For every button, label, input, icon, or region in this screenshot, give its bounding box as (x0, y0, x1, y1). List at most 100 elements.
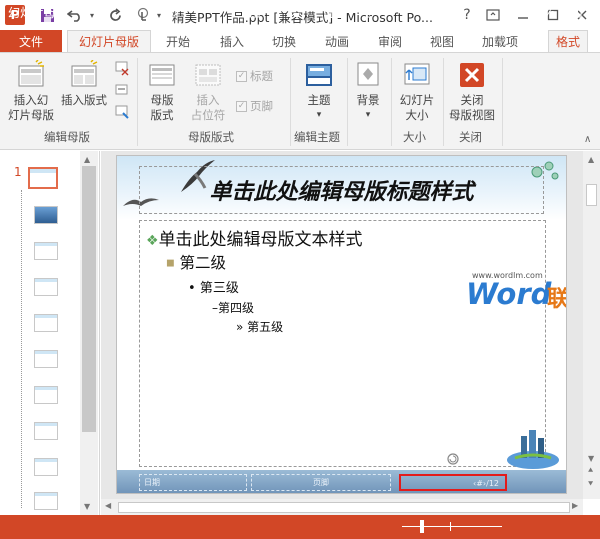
layout-thumbnail[interactable] (34, 386, 58, 404)
master-title-placeholder[interactable]: 单击此处编辑母版标题样式 (139, 166, 544, 214)
themes-dropdown-icon: ▾ (316, 110, 322, 120)
footer-placeholder[interactable]: 页脚 (251, 474, 391, 491)
scroll-down-icon[interactable]: ▼ (588, 454, 594, 463)
tab-animations[interactable]: 动画 (317, 30, 357, 52)
ribbon-display-icon[interactable] (480, 3, 506, 27)
watermark-word-logo: Word (466, 277, 552, 311)
group-label-master-layout: 母版版式 (188, 130, 234, 144)
scroll-left-icon[interactable]: ◀ (105, 501, 111, 510)
rename-icon[interactable] (114, 82, 130, 98)
layout-thumbnail[interactable] (34, 206, 58, 224)
slide-size-button[interactable]: 幻灯片 大小 (396, 60, 438, 123)
preserve-icon[interactable] (114, 104, 130, 120)
tab-view[interactable]: 视图 (422, 30, 462, 52)
previous-slide-icon[interactable]: ⯅ (587, 466, 594, 476)
help-button[interactable]: ? (454, 3, 480, 27)
rotate-handle-icon[interactable] (446, 452, 460, 466)
master-title-text: 单击此处编辑母版标题样式 (209, 180, 474, 205)
insert-slide-master-icon (16, 59, 46, 90)
themes-label: 主题 (307, 93, 331, 107)
background-dialog-icon: ▾ (365, 110, 371, 120)
layout-thumbnail[interactable] (34, 492, 58, 510)
footer-checkbox[interactable]: ✓ 页脚 (236, 98, 273, 114)
slideshow-icon[interactable] (358, 4, 376, 20)
master-thumbnail[interactable] (28, 167, 58, 189)
close-master-view-icon (457, 60, 487, 90)
layout-thumbnail[interactable] (34, 242, 58, 260)
bullet-level-4: –第四级 (212, 301, 255, 315)
themes-button[interactable]: 主题 ▾ (296, 60, 342, 123)
title-checkbox-label: 标题 (250, 69, 273, 83)
status-bar (0, 515, 600, 539)
bullet-level-5: » 第五级 (236, 320, 284, 334)
background-label: 背景 (356, 93, 380, 107)
collapse-ribbon-icon[interactable]: ∧ (584, 134, 591, 145)
ribbon-separator (443, 58, 444, 146)
thumbnail-scroll-thumb[interactable] (82, 166, 96, 432)
zoom-level[interactable]: 47% (528, 4, 556, 20)
chevron-bullet-icon: » (236, 320, 244, 334)
close-master-view-button[interactable]: 关闭 母版视图 (446, 60, 498, 123)
layout-thumbnail[interactable] (34, 314, 58, 332)
delete-slide-icon[interactable] (114, 60, 130, 76)
group-label-edit-theme: 编辑主题 (294, 130, 340, 144)
master-layout-button[interactable]: 母版 版式 (140, 60, 184, 123)
zoom-slider-track[interactable] (402, 526, 502, 527)
date-placeholder[interactable]: 日期 (139, 474, 247, 491)
tab-format[interactable]: 格式 (548, 30, 588, 52)
insert-placeholder-button[interactable]: 插入 占位符 (186, 60, 230, 123)
customize-qat-icon[interactable]: ▾ (154, 5, 164, 25)
title-checkbox[interactable]: ✓ 标题 (236, 68, 273, 84)
notes-icon[interactable] (164, 4, 182, 20)
background-button[interactable]: 背景 ▾ (350, 60, 386, 123)
tab-insert[interactable]: 插入 (212, 30, 252, 52)
view-mode-label: 幻灯片母版 (8, 5, 69, 20)
insert-slide-master-label: 插入幻 灯片母版 (8, 93, 54, 122)
group-label-size: 大小 (403, 130, 426, 144)
normal-view-icon[interactable] (244, 4, 262, 20)
group-label-edit-master: 编辑母版 (44, 130, 90, 144)
tab-review[interactable]: 审阅 (370, 30, 410, 52)
tab-transitions[interactable]: 切换 (264, 30, 304, 52)
slide-number-placeholder[interactable]: ‹#›/12 (399, 474, 507, 491)
slide-scroll-thumb[interactable] (586, 184, 597, 206)
ribbon-separator (391, 58, 392, 146)
close-master-view-label: 关闭 母版视图 (449, 93, 495, 122)
tab-addins[interactable]: 加载项 (474, 30, 526, 52)
undo-dropdown-icon[interactable]: ▾ (86, 5, 98, 25)
zoom-in-button[interactable]: + (504, 4, 516, 20)
insert-layout-icon (69, 59, 99, 90)
layout-thumbnail[interactable] (34, 350, 58, 368)
layout-thumbnail[interactable] (34, 278, 58, 296)
scroll-up-icon[interactable]: ▲ (84, 155, 90, 164)
next-slide-icon[interactable]: ⯆ (587, 480, 594, 490)
zoom-slider-thumb[interactable] (420, 520, 424, 533)
touch-mode-icon[interactable] (132, 5, 154, 25)
bullet-level-2: ■ 第二级 (166, 254, 226, 272)
master-slide-number: 1 (14, 165, 22, 179)
slide-sorter-icon[interactable] (284, 4, 302, 20)
tab-slide-master[interactable]: 幻灯片母版 (67, 30, 151, 52)
redo-icon[interactable] (104, 5, 126, 25)
fit-slide-icon[interactable] (566, 4, 584, 20)
scroll-down-icon[interactable]: ▼ (84, 502, 90, 511)
layout-thumbnail[interactable] (34, 422, 58, 440)
tab-file[interactable]: 文件 (0, 30, 62, 52)
tab-home[interactable]: 开始 (158, 30, 198, 52)
zoom-out-button[interactable]: − (388, 4, 400, 20)
themes-icon (304, 60, 334, 90)
ribbon-separator (347, 58, 348, 146)
horizontal-scroll-thumb[interactable] (118, 502, 570, 513)
insert-layout-button[interactable]: 插入版式 (58, 59, 110, 108)
scroll-right-icon[interactable]: ▶ (572, 501, 578, 510)
background-styles-icon (353, 60, 383, 90)
diamond-bullet-icon: ❖ (146, 233, 159, 249)
slide-master-canvas[interactable]: 单击此处编辑母版标题样式 ❖单击此处编辑母版文本样式 ■ 第二级 • 第三级 –… (116, 155, 567, 494)
footer-checkbox-label: 页脚 (250, 99, 273, 113)
reading-view-icon[interactable] (322, 4, 340, 20)
footer-checkbox-box: ✓ (236, 100, 247, 112)
layout-thumbnail[interactable] (34, 458, 58, 476)
insert-slide-master-button[interactable]: 插入幻 灯片母版 (8, 59, 54, 123)
master-text-placeholder[interactable]: ❖单击此处编辑母版文本样式 ■ 第二级 • 第三级 –第四级 » 第五级 www… (139, 220, 566, 467)
scroll-up-icon[interactable]: ▲ (588, 155, 594, 164)
